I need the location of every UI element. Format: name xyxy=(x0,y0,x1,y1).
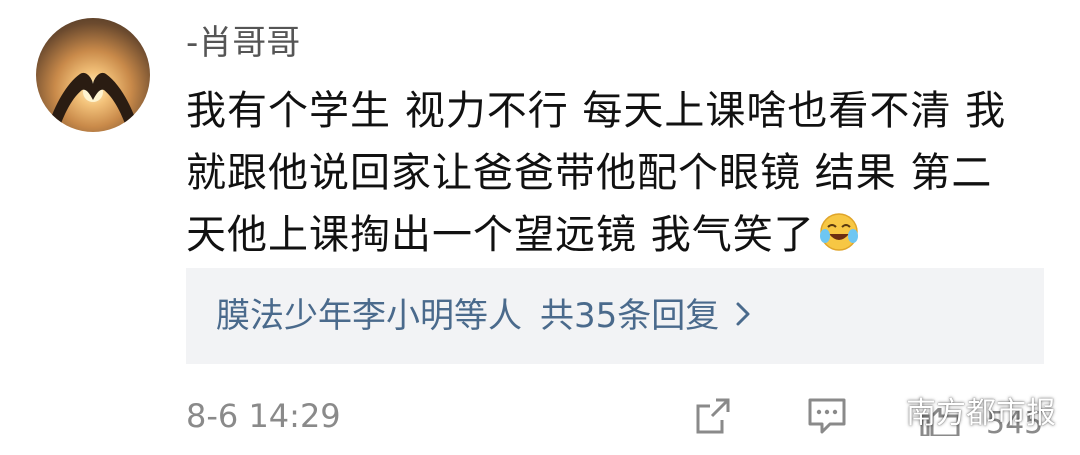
comment-icon[interactable] xyxy=(806,396,848,436)
comment-line: 就跟他说回家让爸爸带他配个眼镜 结果 第二 xyxy=(186,150,993,196)
comment-line-text: 天他上课掏出一个望远镜 我气笑了 xyxy=(186,212,815,258)
username[interactable]: -肖哥哥 xyxy=(186,22,300,64)
reply-count: 共35条回复 xyxy=(540,296,720,336)
avatar[interactable] xyxy=(36,18,150,132)
comment-line: 天他上课掏出一个望远镜 我气笑了 xyxy=(186,204,1036,266)
comment-text: 我有个学生 视力不行 每天上课啥也看不清 我 就跟他说回家让爸爸带他配个眼镜 结… xyxy=(186,80,1036,266)
wechat-icon xyxy=(862,394,900,425)
comment-line: 我有个学生 视力不行 每天上课啥也看不清 我 xyxy=(186,88,1007,134)
reply-preview-box[interactable]: 膜法少年李小明等人 共35条回复 xyxy=(186,268,1044,364)
reply-names: 膜法少年李小明等人 xyxy=(216,296,522,336)
watermark: 南方都市报 xyxy=(862,390,1056,431)
timestamp: 8-6 14:29 xyxy=(186,397,341,435)
watermark-text: 南方都市报 xyxy=(906,396,1056,431)
heart-hands-image xyxy=(46,72,140,132)
laughing-crying-emoji-icon xyxy=(819,213,858,251)
reply-summary[interactable]: 膜法少年李小明等人 共35条回复 xyxy=(216,294,753,338)
chevron-right-icon xyxy=(736,302,750,326)
share-icon[interactable] xyxy=(694,396,734,436)
